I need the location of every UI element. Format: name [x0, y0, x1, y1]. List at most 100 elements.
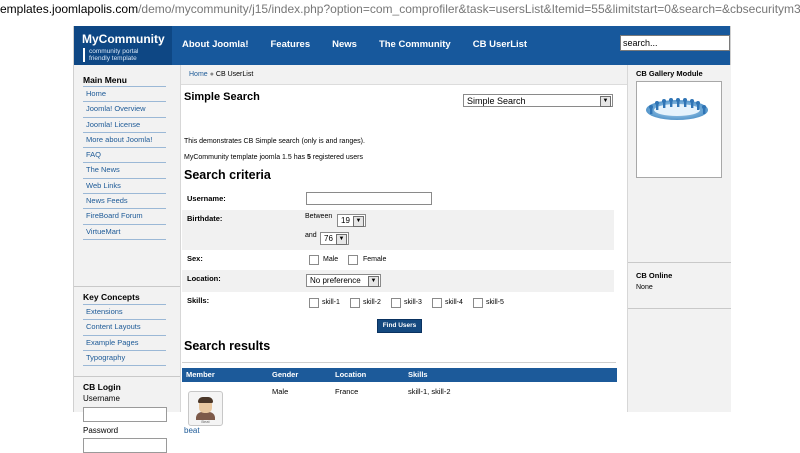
menu-item-web-links[interactable]: Web Links: [83, 179, 166, 195]
sex-male-label: Male: [323, 256, 339, 263]
address-bar[interactable]: emplates.joomlapolis.com/demo/mycommunit…: [0, 0, 800, 20]
avatar[interactable]: Beat: [188, 391, 223, 426]
login-username-input[interactable]: [83, 407, 167, 422]
skills-label: Skills:: [187, 296, 210, 305]
breadcrumb-home[interactable]: Home: [189, 71, 208, 78]
logo-tagline: community portal friendly template: [83, 48, 139, 62]
birthdate-label: Birthdate:: [187, 214, 223, 223]
username-label: Username:: [187, 194, 226, 203]
site-logo[interactable]: MyCommunity community portal friendly te…: [74, 26, 172, 65]
skill-3-label: skill-3: [404, 299, 422, 306]
top-navigation: About Joomla! Features News The Communit…: [182, 26, 549, 65]
find-users-button[interactable]: Find Users: [377, 319, 422, 333]
userlist-select[interactable]: Simple Search ▼: [463, 94, 613, 107]
menu-item-news-feeds[interactable]: News Feeds: [83, 194, 166, 210]
right-sidebar-divider: [628, 308, 731, 309]
menu-item-more-about-joomla[interactable]: More about Joomla!: [83, 133, 166, 149]
menu-item-home[interactable]: Home: [83, 87, 166, 103]
cb-gallery-title: CB Gallery Module: [636, 69, 703, 78]
skill-4-checkbox[interactable]: [432, 298, 442, 308]
menu-item-content-layouts[interactable]: Content Layouts: [83, 320, 166, 336]
cb-login-title: CB Login: [83, 382, 121, 392]
cb-online-value: None: [636, 284, 653, 291]
nav-the-community[interactable]: The Community: [379, 26, 451, 65]
right-sidebar: CB Gallery Module CB Online None: [627, 65, 731, 412]
page-title: Simple Search: [184, 91, 260, 103]
username-row: Username:: [182, 188, 614, 210]
menu-item-virtuemart[interactable]: VirtueMart: [83, 225, 166, 240]
menu-item-typography[interactable]: Typography: [83, 351, 166, 367]
column-member: Member: [186, 370, 215, 379]
site-search-input[interactable]: [620, 35, 730, 51]
right-sidebar-divider: [628, 262, 731, 263]
sex-row: Sex: Male Female: [182, 250, 614, 270]
skill-2-checkbox[interactable]: [350, 298, 360, 308]
search-criteria-heading: Search criteria: [184, 168, 271, 182]
menu-item-joomla-overview[interactable]: Joomla! Overview: [83, 102, 166, 118]
column-skills: Skills: [408, 370, 428, 379]
location-select[interactable]: No preference ▼: [306, 274, 381, 287]
key-concepts-title: Key Concepts: [83, 292, 140, 302]
skill-5-label: skill-5: [486, 299, 504, 306]
menu-item-joomla-license[interactable]: Joomla! License: [83, 118, 166, 133]
gallery-image[interactable]: [636, 81, 722, 178]
menu-item-fireboard-forum[interactable]: FireBoard Forum: [83, 209, 166, 225]
main-menu: Home Joomla! Overview Joomla! License Mo…: [83, 86, 166, 240]
page: MyCommunity community portal friendly te…: [73, 26, 731, 453]
site-header: MyCommunity community portal friendly te…: [74, 26, 730, 65]
main-menu-title: Main Menu: [83, 75, 127, 85]
menu-item-extensions[interactable]: Extensions: [83, 305, 166, 321]
login-password-label: Password: [83, 426, 119, 435]
breadcrumb-separator-icon: ●: [209, 71, 214, 78]
nav-news[interactable]: News: [332, 26, 357, 65]
cb-online-title: CB Online: [636, 271, 673, 280]
between-text: Between: [305, 213, 333, 220]
skill-5-checkbox[interactable]: [473, 298, 483, 308]
nav-cb-userlist[interactable]: CB UserList: [473, 26, 527, 65]
location-row: Location: No preference ▼: [182, 270, 614, 292]
column-gender: Gender: [272, 370, 299, 379]
user-count-suffix: registered users: [310, 154, 363, 161]
chevron-down-icon: ▼: [600, 96, 611, 107]
results-divider: [182, 362, 616, 363]
nav-features[interactable]: Features: [271, 26, 311, 65]
login-username-label: Username: [83, 394, 120, 403]
sex-male-checkbox[interactable]: [309, 255, 319, 265]
menu-item-example-pages[interactable]: Example Pages: [83, 336, 166, 351]
sidebar-divider: [74, 286, 180, 287]
location-select-value: No preference: [310, 276, 361, 285]
username-input[interactable]: [306, 192, 432, 205]
member-name-link[interactable]: beat: [184, 426, 200, 435]
menu-item-the-news[interactable]: The News: [83, 163, 166, 179]
skill-1-checkbox[interactable]: [309, 298, 319, 308]
breadcrumb: Home ● CB UserList: [181, 65, 627, 85]
sex-female-checkbox[interactable]: [348, 255, 358, 265]
skill-1-label: skill-1: [322, 299, 340, 306]
and-text: and: [305, 232, 317, 239]
menu-item-faq[interactable]: FAQ: [83, 148, 166, 164]
row-gender: Male: [272, 387, 289, 396]
search-results-heading: Search results: [184, 339, 271, 353]
avatar-caption: Beat: [201, 419, 210, 424]
user-count-prefix: MyCommunity template joomla 1.5 has: [184, 154, 307, 161]
chevron-down-icon: ▼: [336, 234, 347, 245]
avatar-hair: [198, 397, 213, 403]
row-skills: skill-1, skill-2: [408, 387, 451, 396]
left-sidebar: Main Menu Home Joomla! Overview Joomla! …: [74, 65, 181, 453]
chevron-down-icon: ▼: [353, 216, 364, 227]
skill-4-label: skill-4: [445, 299, 463, 306]
userlist-select-value: Simple Search: [467, 96, 526, 106]
url-host: emplates.joomlapolis.com: [0, 2, 139, 16]
user-count-text: MyCommunity template joomla 1.5 has 5 re…: [184, 154, 363, 161]
birthdate-from-select[interactable]: 19 ▼: [337, 214, 366, 227]
birthdate-to-select[interactable]: 76 ▼: [320, 232, 349, 245]
logo-tagline-line-1: community portal: [89, 48, 139, 55]
location-label: Location:: [187, 274, 221, 283]
birthdate-from-value: 19: [341, 216, 350, 225]
nav-about-joomla[interactable]: About Joomla!: [182, 26, 249, 65]
login-password-input[interactable]: [83, 438, 167, 453]
main-content: Home ● CB UserList Simple Search Simple Se…: [181, 65, 627, 435]
logo-tagline-line-2: friendly template: [89, 55, 137, 62]
skill-3-checkbox[interactable]: [391, 298, 401, 308]
skills-row: Skills: skill-1 skill-2 skill-3 skill-4 …: [182, 292, 614, 314]
